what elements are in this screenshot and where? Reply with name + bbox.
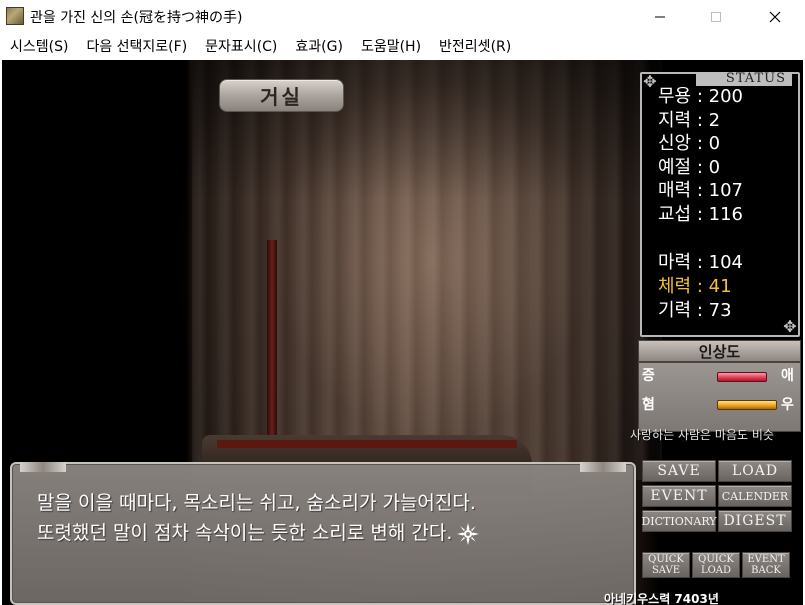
impression-label-hate: 증 <box>642 368 655 384</box>
message-line-1: 말을 이을 때마다, 목소리는 쉬고, 숨소리가 가늘어진다. <box>37 492 476 514</box>
window-title: 관을 가진 신의 손(冠を持つ神の手) <box>30 10 243 26</box>
message-line-2-text: 또렷했던 말이 점차 속삭이는 듯한 소리로 변해 간다. <box>37 522 453 544</box>
event-back-label-2: BACK <box>751 565 781 576</box>
stat-magic: 마력 : 104 <box>658 252 743 273</box>
quick-load-label-1: QUICK <box>698 554 734 565</box>
stat-martial: 무용 : 200 <box>658 86 743 107</box>
calendar-year: 아네키우스력 7403년 <box>604 592 719 605</box>
message-box-ornament <box>580 462 626 472</box>
minimize-button[interactable] <box>637 0 683 33</box>
corner-ornament-icon: ✥ <box>783 317 797 336</box>
stat-energy: 기력 : 73 <box>658 300 732 321</box>
next-page-icon <box>457 522 480 545</box>
quick-save-label-1: QUICK <box>648 554 684 565</box>
impression-panel: 증 애 혐 우 <box>638 362 801 432</box>
menu-next-choice[interactable]: 다음 선택지로(F) <box>77 36 196 56</box>
impression-label-dislike: 혐 <box>642 397 655 413</box>
quick-load-label-2: LOAD <box>700 565 732 576</box>
dictionary-button[interactable]: DICTIONARY <box>641 510 717 532</box>
status-title: STATUS <box>695 72 792 86</box>
stat-stamina: 체력 : 41 <box>658 276 732 297</box>
stat-negotiation: 교섭 : 116 <box>658 204 743 225</box>
quick-save-button[interactable]: QUICK SAVE <box>642 552 690 578</box>
app-icon <box>6 7 24 25</box>
menu-effects[interactable]: 효과(G) <box>286 36 352 56</box>
impression-bar-friendly <box>717 400 777 410</box>
status-panel: STATUS ✥ ✥ 무용 : 200 지력 : 2 신앙 : 0 예절 : 0… <box>640 72 800 337</box>
digest-button[interactable]: DIGEST <box>718 510 792 532</box>
stat-etiquette: 예절 : 0 <box>658 157 721 178</box>
load-button[interactable]: LOAD <box>718 460 792 482</box>
menu-help[interactable]: 도움말(H) <box>352 36 430 56</box>
stat-intellect: 지력 : 2 <box>658 110 721 131</box>
location-label: 거실 <box>219 79 344 112</box>
impression-title: 인상도 <box>638 340 801 362</box>
menu-system[interactable]: 시스템(S) <box>0 36 77 56</box>
corner-ornament-icon: ✥ <box>643 72 657 91</box>
scene-bed-trim <box>217 440 517 448</box>
save-button[interactable]: SAVE <box>642 460 716 482</box>
menu-reverse-reset[interactable]: 반전리셋(R) <box>430 36 520 56</box>
impression-label-friendly: 우 <box>781 397 794 413</box>
stat-faith: 신앙 : 0 <box>658 133 721 154</box>
event-button[interactable]: EVENT <box>642 485 716 507</box>
close-button[interactable] <box>752 0 798 33</box>
maximize-icon <box>711 11 721 22</box>
event-back-label-1: EVENT <box>747 554 785 565</box>
close-icon <box>769 11 781 22</box>
message-box[interactable]: 말을 이을 때마다, 목소리는 쉬고, 숨소리가 가늘어진다. 또렷했던 말이 … <box>10 462 636 605</box>
stat-charm: 매력 : 107 <box>658 180 743 201</box>
message-line-2: 또렷했던 말이 점차 속삭이는 듯한 소리로 변해 간다. <box>37 520 480 546</box>
quick-save-label-2: SAVE <box>651 565 681 576</box>
impression-quote: 사랑하는 사람은 마음도 비슷 <box>630 428 774 442</box>
impression-label-love: 애 <box>781 368 794 384</box>
event-back-button[interactable]: EVENT BACK <box>742 552 790 578</box>
menu-bar: 시스템(S) 다음 선택지로(F) 문자표시(C) 효과(G) 도움말(H) 반… <box>0 33 805 58</box>
maximize-button[interactable] <box>693 0 739 33</box>
quick-load-button[interactable]: QUICK LOAD <box>692 552 740 578</box>
impression-bar-love <box>717 372 767 382</box>
menu-text-display[interactable]: 문자표시(C) <box>196 36 286 56</box>
message-box-ornament <box>20 462 66 472</box>
game-area[interactable]: 거실 STATUS ✥ ✥ 무용 : 200 지력 : 2 신앙 : 0 예절 … <box>2 60 803 605</box>
calender-button[interactable]: CALENDER <box>718 485 792 507</box>
minimize-icon <box>655 16 665 17</box>
title-bar: 관을 가진 신의 손(冠を持つ神の手) <box>0 0 805 33</box>
